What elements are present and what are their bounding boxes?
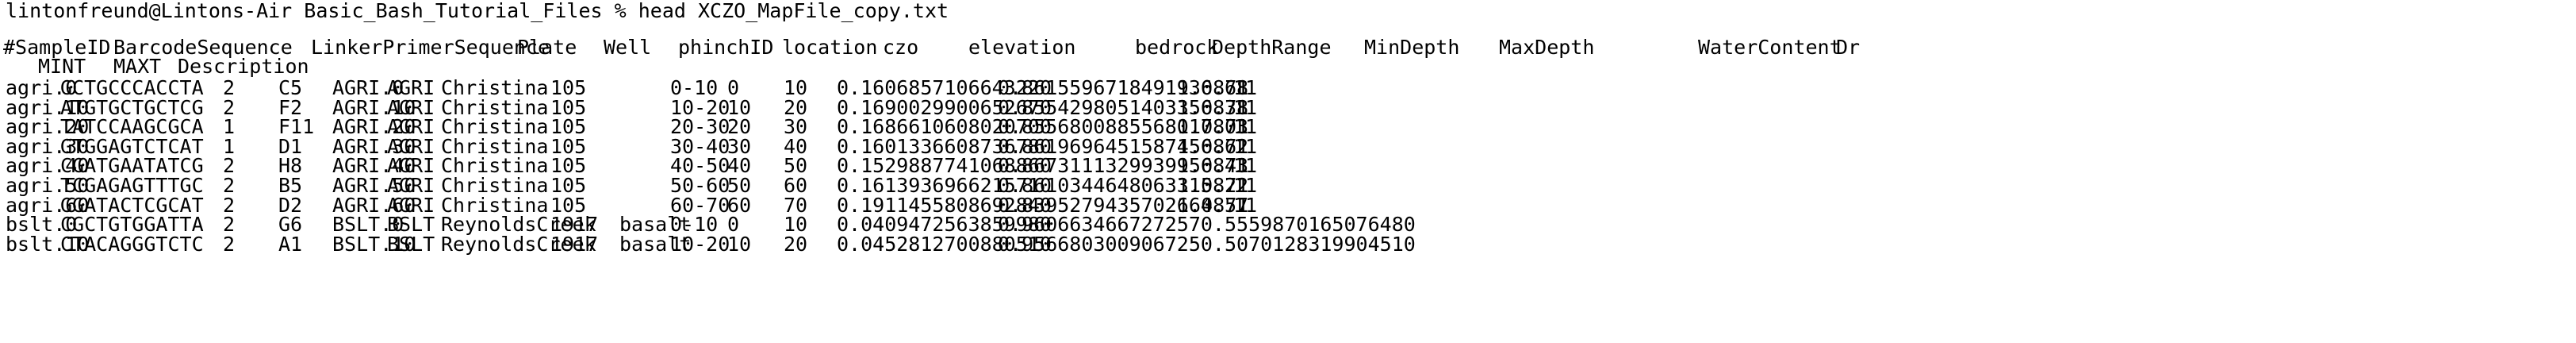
table-cell-3: 2 xyxy=(223,233,236,256)
table-cell-2: CTACAGGGTCTC xyxy=(60,233,204,256)
table-cell-8: 1917 xyxy=(550,233,599,256)
table-cell-12: 20 xyxy=(784,233,808,256)
table-cell-10: 10-20 xyxy=(670,233,730,256)
table-cell-6: BSLT xyxy=(387,233,435,256)
table-row: bslt.10 CTACAGGGTCTC 2 A1 BSLT.10 BSLT Reynold… xyxy=(0,230,2576,262)
table-cell-14: 0.9566803009067250.5070128319904510 xyxy=(998,233,1416,256)
prompt-command: lintonfreund@Lintons-Air Basic_Bash_Tuto… xyxy=(6,0,949,22)
terminal-window[interactable]: lintonfreund@Lintons-Air Basic_Bash_Tuto… xyxy=(0,0,2576,343)
prompt-line: lintonfreund@Lintons-Air Basic_Bash_Tuto… xyxy=(0,0,2576,32)
table-cell-11: 10 xyxy=(727,233,752,256)
table-cell-4: A1 xyxy=(278,233,303,256)
